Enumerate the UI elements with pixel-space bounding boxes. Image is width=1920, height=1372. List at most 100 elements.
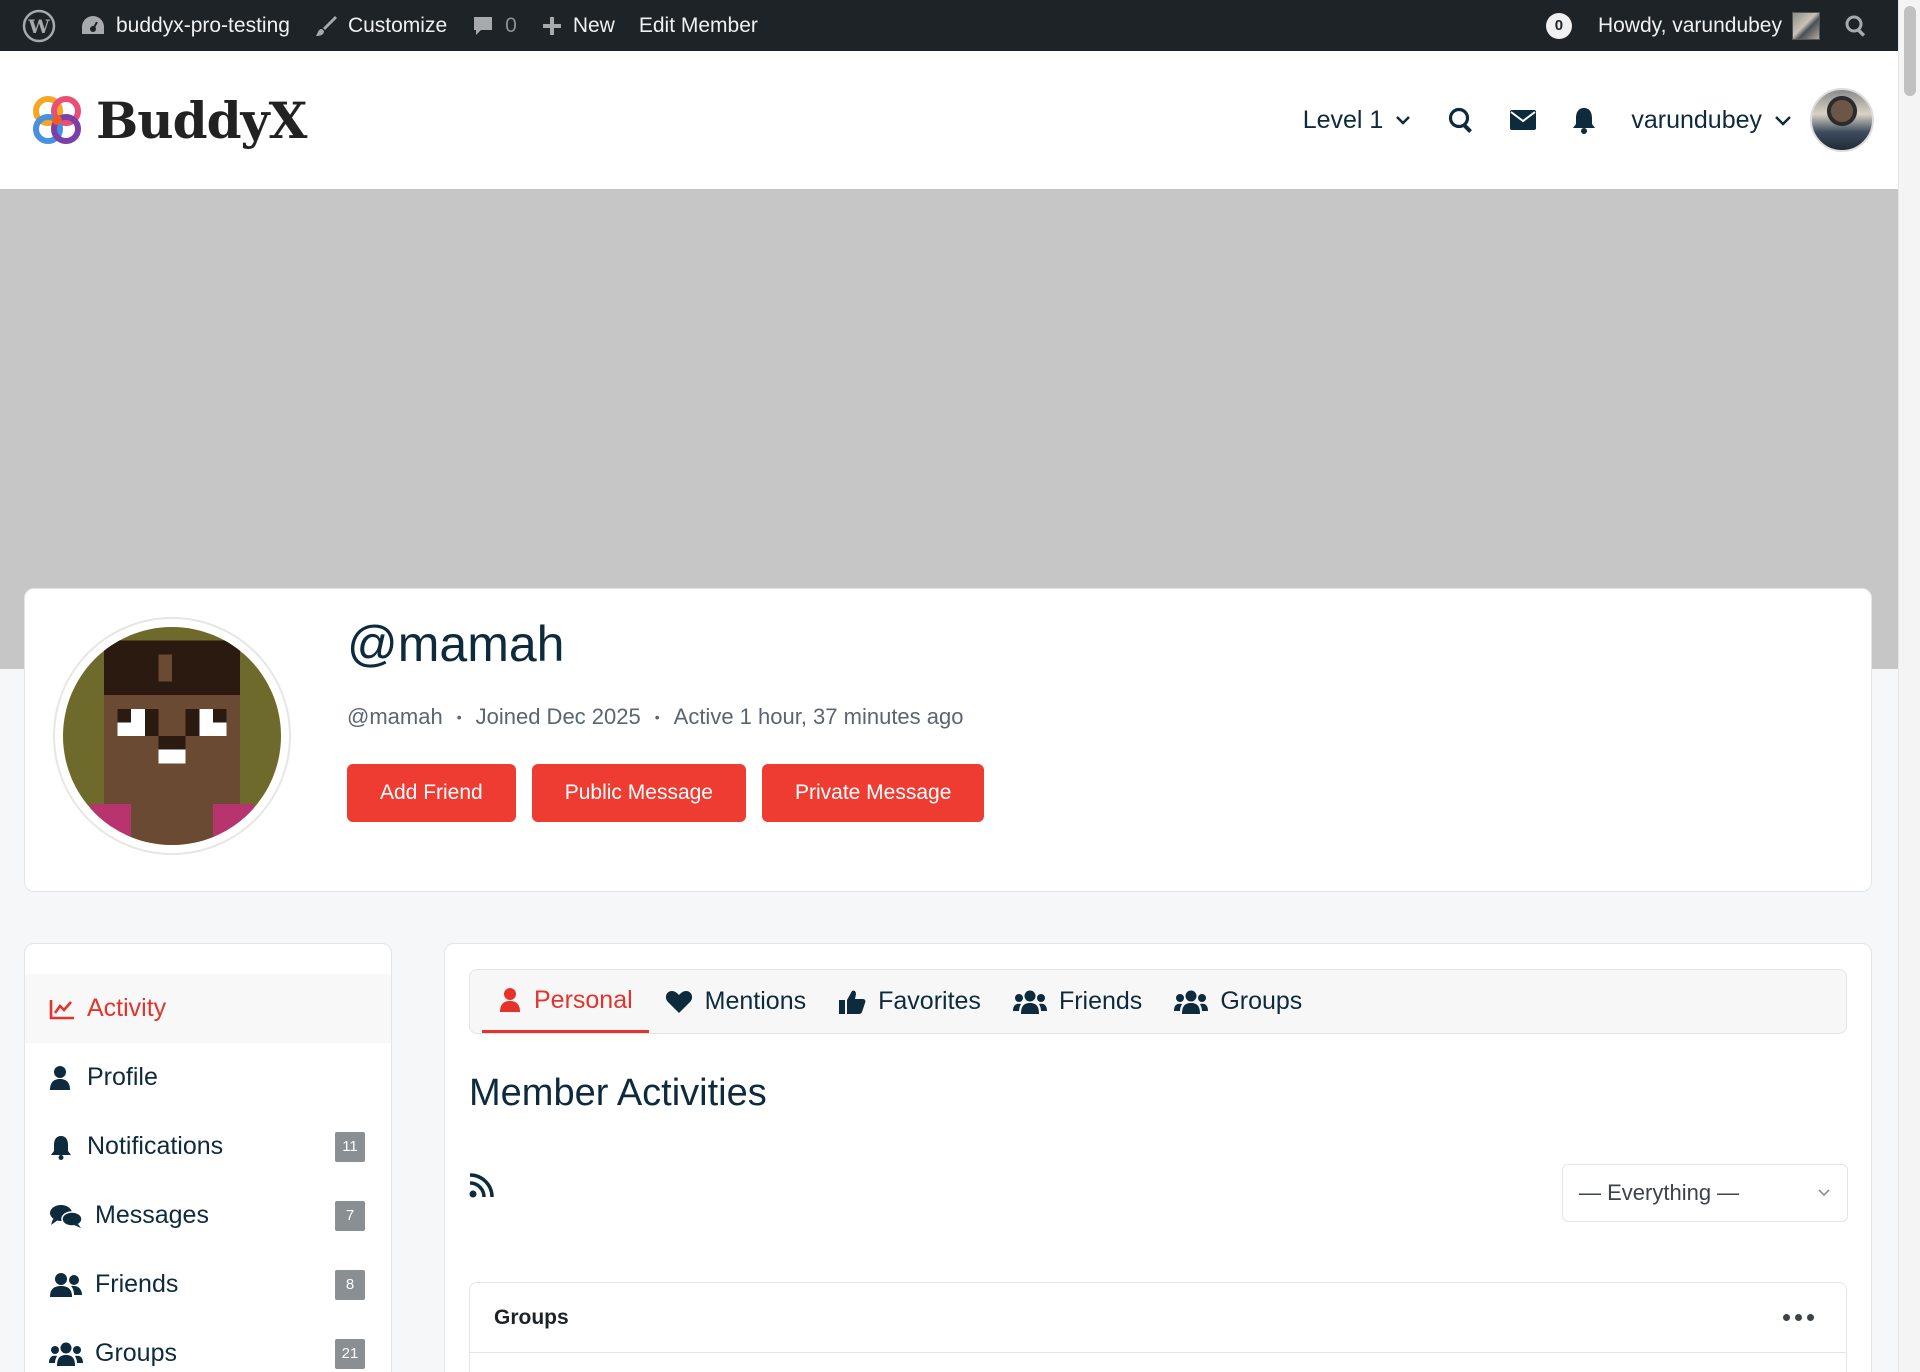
activity-item-title: Groups [494, 1305, 569, 1329]
admin-new-label: New [572, 13, 615, 37]
add-friend-button[interactable]: Add Friend [347, 764, 516, 822]
member-joined: Joined Dec 2025 [475, 704, 641, 729]
tab-label: Mentions [704, 987, 807, 1015]
users-icon [1174, 990, 1209, 1014]
groups-count-badge: 21 [335, 1338, 365, 1369]
chevron-down-icon [1775, 116, 1791, 126]
admin-edit-member-label: Edit Member [638, 13, 758, 37]
user-friends-icon [49, 1272, 87, 1298]
tab-favorites[interactable]: Favorites [822, 970, 997, 1033]
admin-comments-count: 0 [505, 13, 517, 37]
activity-item-card: Groups [469, 1282, 1847, 1372]
member-handle: @mamah [347, 704, 443, 729]
sidebar-item-label: Profile [87, 1063, 158, 1091]
messages-count-badge: 7 [335, 1200, 365, 1231]
page-scrollbar[interactable] [1898, 0, 1920, 1372]
separator-dot: • [654, 709, 660, 725]
level-label: Level 1 [1302, 105, 1384, 134]
site-logo[interactable]: BuddyX [26, 89, 307, 151]
admin-edit-member-link[interactable]: Edit Member [627, 0, 770, 51]
tab-label: Groups [1220, 987, 1303, 1015]
admin-site-name: buddyx-pro-testing [116, 13, 290, 37]
sidebar-item-label: Activity [87, 994, 167, 1022]
sidebar-item-label: Friends [95, 1270, 179, 1298]
paintbrush-icon [314, 14, 338, 38]
member-display-name: @mamah [347, 616, 565, 672]
activity-chart-icon [49, 998, 79, 1020]
sidebar-item-profile[interactable]: Profile [25, 1043, 391, 1112]
tab-label: Personal [534, 985, 633, 1014]
comments-icon [49, 1203, 87, 1229]
member-actions: Add Friend Public Message Private Messag… [347, 764, 985, 822]
separator-dot: • [456, 709, 462, 725]
user-icon [49, 1065, 79, 1091]
thumbs-up-icon [839, 990, 866, 1014]
sidebar-item-groups[interactable]: Groups 21 [25, 1319, 391, 1372]
activity-item-header: Groups [470, 1283, 1846, 1353]
sidebar-item-label: Messages [95, 1201, 209, 1229]
public-message-button[interactable]: Public Message [531, 764, 746, 822]
sidebar-item-notifications[interactable]: Notifications 11 [25, 1112, 391, 1181]
chevron-down-icon [1396, 116, 1411, 125]
scrollbar-thumb[interactable] [1904, 6, 1916, 96]
activity-subnav: Personal Mentions Favorites Friends Grou… [469, 969, 1847, 1034]
admin-comments-link[interactable]: 0 [459, 0, 529, 51]
admin-customize-link[interactable]: Customize [302, 0, 459, 51]
member-sidebar-nav: Activity Profile Notifications 11 Messag… [24, 943, 392, 1372]
tab-label: Friends [1058, 987, 1143, 1015]
tab-groups[interactable]: Groups [1158, 970, 1318, 1033]
member-avatar[interactable] [53, 617, 291, 855]
filter-selected-value: — Everything — [1579, 1180, 1740, 1205]
more-options-icon[interactable] [1783, 1314, 1814, 1321]
sidebar-item-label: Notifications [87, 1132, 224, 1160]
admin-bar: W buddyx-pro-testing Customize 0 New Edi… [0, 0, 1898, 51]
admin-site-link[interactable]: buddyx-pro-testing [68, 0, 302, 51]
dashboard-icon [80, 14, 106, 38]
buddyx-logo-icon [33, 96, 81, 144]
member-last-active: Active 1 hour, 37 minutes ago [673, 704, 964, 729]
sidebar-item-activity[interactable]: Activity [25, 974, 391, 1043]
plus-icon [541, 15, 563, 37]
sidebar-item-friends[interactable]: Friends 8 [25, 1250, 391, 1319]
admin-new-link[interactable]: New [529, 0, 627, 51]
activity-filter-select[interactable]: — Everything — [1562, 1164, 1848, 1222]
bell-icon [49, 1134, 79, 1160]
header-user-avatar[interactable] [1810, 88, 1874, 152]
tab-personal[interactable]: Personal [482, 970, 649, 1033]
site-header: BuddyX Level 1 varundubey [0, 51, 1898, 189]
header-envelope-icon[interactable] [1509, 109, 1537, 131]
user-menu-dropdown[interactable]: varundubey [1631, 106, 1792, 135]
admin-howdy-label: Howdy, varundubey [1597, 13, 1782, 37]
admin-avatar [1792, 11, 1820, 40]
tab-mentions[interactable]: Mentions [649, 970, 822, 1033]
users-icon [49, 1341, 87, 1367]
activity-panel: Personal Mentions Favorites Friends Grou… [444, 943, 1872, 1372]
section-title: Member Activities [469, 1072, 767, 1114]
admin-notifications-badge: 0 [1545, 12, 1572, 39]
heart-icon [665, 990, 692, 1013]
profile-header-card: @mamah @mamah • Joined Dec 2025 • Active… [24, 588, 1872, 892]
header-search-icon[interactable] [1447, 106, 1475, 134]
tab-friends[interactable]: Friends [997, 970, 1158, 1033]
rss-feed-icon[interactable] [469, 1172, 495, 1203]
level-dropdown[interactable]: Level 1 [1303, 106, 1412, 135]
svg-text:W: W [27, 16, 50, 38]
user-friends-icon [1012, 990, 1047, 1014]
header-bell-icon[interactable] [1571, 106, 1597, 134]
site-logo-text: BuddyX [96, 90, 307, 150]
admin-search-icon[interactable] [1832, 0, 1880, 51]
notifications-count-badge: 11 [335, 1131, 365, 1162]
wordpress-logo-icon[interactable]: W [10, 0, 68, 51]
tab-label: Favorites [878, 987, 981, 1015]
user-icon [500, 988, 520, 1012]
chevron-down-icon [1818, 1189, 1830, 1197]
header-username: varundubey [1631, 105, 1762, 134]
admin-account-menu[interactable]: Howdy, varundubey [1586, 0, 1832, 51]
friends-count-badge: 8 [335, 1269, 365, 1300]
sidebar-item-messages[interactable]: Messages 7 [25, 1181, 391, 1250]
admin-notifications[interactable]: 0 [1534, 0, 1586, 51]
sidebar-item-label: Groups [95, 1339, 177, 1367]
private-message-button[interactable]: Private Message [761, 764, 985, 822]
member-meta: @mamah • Joined Dec 2025 • Active 1 hour… [347, 704, 964, 730]
admin-customize-label: Customize [347, 13, 448, 37]
